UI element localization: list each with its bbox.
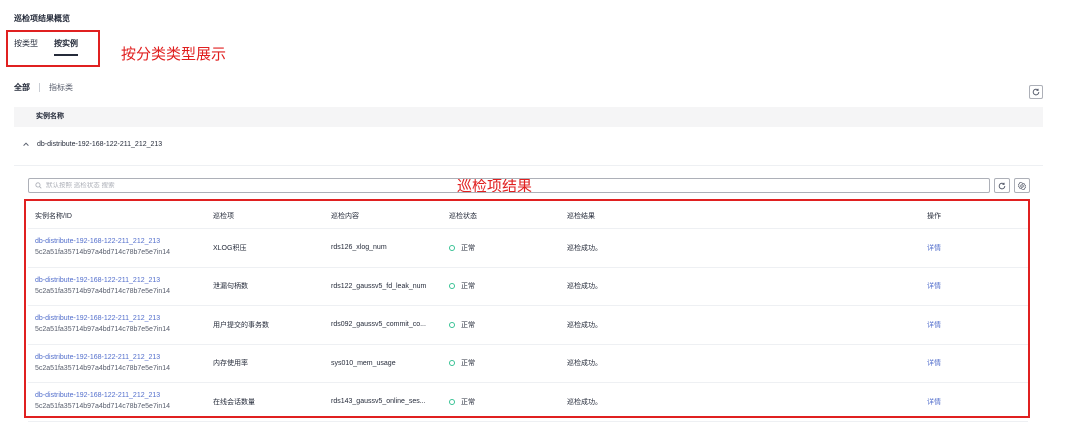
refresh-icon [998, 182, 1006, 189]
refresh-button[interactable] [1029, 85, 1043, 99]
inspection-content: rds126_xlog_num [331, 244, 387, 252]
instance-id: 5c2a51fa35714b97a4bd714c78b7e5e7in14 [35, 403, 171, 411]
inspection-result: 巡检成功。 [567, 244, 602, 252]
inspection-status: 正常 [442, 320, 560, 330]
table-refresh-button[interactable] [994, 178, 1010, 193]
status-normal-icon [449, 283, 455, 290]
status-label: 正常 [461, 321, 475, 329]
instance-name-link[interactable]: db-distribute-192-168-122-211_212_213 [35, 391, 206, 401]
instance-name-link[interactable]: db-distribute-192-168-122-211_212_213 [35, 353, 206, 363]
table-row: db-distribute-192-168-122-211_212_213 5c2… [28, 306, 1028, 345]
instance-name-link[interactable]: db-distribute-192-168-122-211_212_213 [35, 314, 206, 324]
col-header-action: 操作 [927, 212, 941, 220]
status-normal-icon [449, 360, 455, 367]
status-label: 正常 [461, 398, 475, 406]
inspection-content: rds143_gaussv5_online_ses... [331, 398, 426, 406]
search-box[interactable] [28, 178, 990, 193]
status-normal-icon [449, 321, 455, 328]
table-row: db-distribute-192-168-122-211_212_213 5c2… [28, 229, 1028, 268]
col-header-instance: 实例名称/ID [35, 212, 72, 220]
instance-name-link[interactable]: db-distribute-192-168-122-211_212_213 [35, 237, 206, 247]
table-header: 实例名称/ID 巡检项 巡检内容 巡检状态 巡检结果 操作 [28, 203, 1028, 229]
col-header-result: 巡检结果 [567, 212, 595, 220]
group-header: 实例名称 [14, 107, 1043, 127]
status-label: 正常 [461, 283, 475, 291]
table-settings-button[interactable] [1014, 178, 1030, 193]
inspection-status: 正常 [442, 243, 560, 253]
inspection-content: rds092_gaussv5_commit_co... [331, 321, 426, 329]
details-link[interactable]: 详情 [927, 399, 941, 406]
divider [14, 165, 1043, 166]
filter-metric[interactable]: 指标类 [49, 82, 73, 93]
inspection-item: 泄漏句柄数 [213, 283, 248, 291]
annotation-box-type-tabs [6, 30, 100, 67]
status-normal-icon [449, 398, 455, 405]
inspection-status: 正常 [442, 358, 560, 368]
instance-name-link[interactable]: db-distribute-192-168-122-211_212_213 [35, 276, 206, 286]
search-input[interactable] [46, 182, 946, 189]
instance-group-name: db-distribute-192-168-122-211_212_213 [37, 140, 163, 148]
status-label: 正常 [461, 360, 475, 368]
inspection-result: 巡检成功。 [567, 360, 602, 368]
settings-icon [1018, 181, 1026, 190]
filter-all[interactable]: 全部 [14, 82, 30, 93]
instance-id: 5c2a51fa35714b97a4bd714c78b7e5e7in14 [35, 249, 171, 257]
details-link[interactable]: 详情 [927, 245, 941, 252]
inspection-result: 巡检成功。 [567, 283, 602, 291]
instance-id: 5c2a51fa35714b97a4bd714c78b7e5e7in14 [35, 364, 171, 372]
instance-group-toggle[interactable]: db-distribute-192-168-122-211_212_213 [22, 140, 162, 148]
inspection-result: 巡检成功。 [567, 398, 602, 406]
details-link[interactable]: 详情 [927, 322, 941, 329]
inspection-content: sys010_mem_usage [331, 359, 396, 367]
results-table: 实例名称/ID 巡检项 巡检内容 巡检状态 巡检结果 操作 db-distrib… [28, 203, 1028, 422]
inspection-item: 用户提交的事务数 [213, 321, 269, 329]
inspection-item: 在线会话数量 [213, 398, 255, 406]
refresh-icon [1032, 88, 1040, 96]
col-header-content: 巡检内容 [331, 212, 359, 220]
table-row: db-distribute-192-168-122-211_212_213 5c2… [28, 383, 1028, 422]
status-normal-icon [449, 244, 455, 251]
table-row: db-distribute-192-168-122-211_212_213 5c2… [28, 345, 1028, 383]
instance-id: 5c2a51fa35714b97a4bd714c78b7e5e7in14 [35, 326, 171, 334]
details-link[interactable]: 详情 [927, 360, 941, 367]
page-title: 巡检项结果概览 [14, 14, 70, 23]
annotation-type-display: 按分类类型展示 [121, 45, 227, 63]
inspection-item: XLOG积压 [213, 244, 247, 252]
col-header-status: 巡检状态 [449, 212, 477, 220]
inspection-result: 巡检成功。 [567, 321, 602, 329]
inspection-status: 正常 [442, 397, 560, 407]
search-icon [35, 182, 42, 189]
col-header-item: 巡检项 [213, 212, 234, 220]
inspection-item: 内存使用率 [213, 360, 248, 368]
instance-id: 5c2a51fa35714b97a4bd714c78b7e5e7in14 [35, 287, 171, 295]
details-link[interactable]: 详情 [927, 283, 941, 290]
inspection-content: rds122_gaussv5_fd_leak_num [331, 282, 427, 290]
filter-divider [39, 83, 40, 92]
chevron-up-icon [23, 142, 29, 146]
filter-row: 全部 指标类 [14, 82, 73, 93]
table-row: db-distribute-192-168-122-211_212_213 5c2… [28, 268, 1028, 306]
status-label: 正常 [461, 244, 475, 252]
inspection-status: 正常 [442, 281, 560, 291]
